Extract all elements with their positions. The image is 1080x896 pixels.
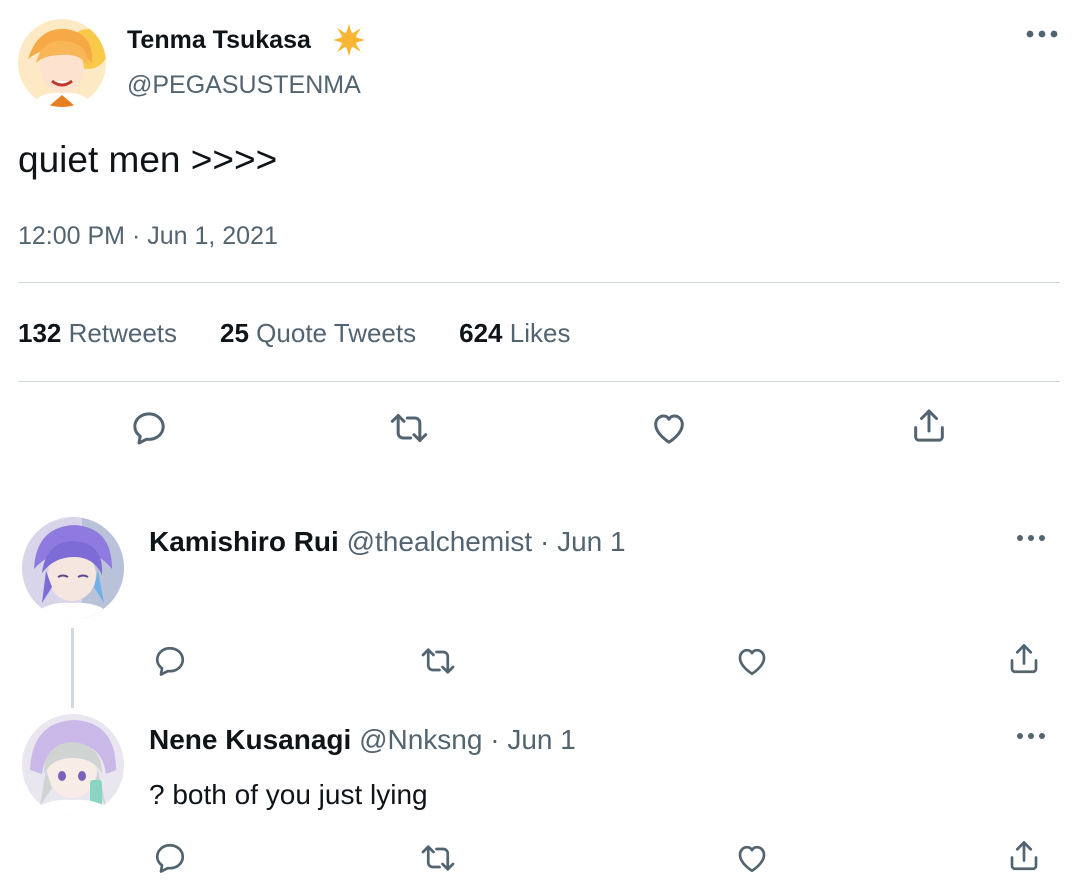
reply-author-handle[interactable]: @Nnksng <box>359 724 482 755</box>
more-options-icon[interactable] <box>1024 22 1060 46</box>
retweets-count: 132 <box>18 318 62 348</box>
reply-author-name[interactable]: Kamishiro Rui <box>149 526 339 557</box>
reply-text: ? both of you just lying <box>149 779 428 810</box>
quotes-stat[interactable]: 25 Quote Tweets <box>220 318 416 352</box>
retweets-label: Retweets <box>68 318 178 348</box>
reply-icon[interactable] <box>152 840 188 876</box>
reply-header: Nene Kusanagi @Nnksng · Jun 1 <box>149 724 576 756</box>
more-options-icon[interactable] <box>1014 726 1048 746</box>
like-icon[interactable] <box>734 643 770 679</box>
author-avatar[interactable] <box>18 19 106 107</box>
tweet-timestamp[interactable]: 12:00 PM · Jun 1, 2021 <box>18 222 278 251</box>
quotes-label: Quote Tweets <box>256 318 417 348</box>
reply-date[interactable]: · Jun 1 <box>540 526 626 557</box>
reply-icon[interactable] <box>152 643 188 679</box>
author-handle[interactable]: @PEGASUSTENMA <box>127 71 361 100</box>
reply-author-handle[interactable]: @thealchemist <box>347 526 533 557</box>
more-options-icon[interactable] <box>1014 528 1048 548</box>
divider <box>18 381 1060 382</box>
tweet-stats: 132 Retweets 25 Quote Tweets 624 Likes <box>18 318 570 352</box>
author-name[interactable]: Tenma Tsukasa <box>127 26 311 55</box>
share-icon[interactable] <box>1006 838 1042 874</box>
reply-icon[interactable] <box>129 408 169 448</box>
thread-line <box>71 628 74 708</box>
sun-badge-icon <box>331 22 367 58</box>
retweet-icon[interactable] <box>420 643 456 679</box>
like-icon[interactable] <box>649 408 689 448</box>
like-icon[interactable] <box>734 840 770 876</box>
likes-label: Likes <box>509 318 571 348</box>
reply-date[interactable]: · Jun 1 <box>490 724 576 755</box>
retweets-stat[interactable]: 132 Retweets <box>18 318 177 352</box>
divider <box>18 282 1060 283</box>
reply-author-name[interactable]: Nene Kusanagi <box>149 724 351 755</box>
quotes-count: 25 <box>220 318 249 348</box>
share-icon[interactable] <box>909 406 949 446</box>
retweet-icon[interactable] <box>389 408 429 448</box>
tweet-text: quiet men >>>> <box>18 139 278 180</box>
reply-avatar[interactable] <box>22 714 124 816</box>
likes-stat[interactable]: 624 Likes <box>459 318 570 352</box>
reply-avatar[interactable] <box>22 517 124 619</box>
reply-header: Kamishiro Rui @thealchemist · Jun 1 <box>149 526 626 558</box>
retweet-icon[interactable] <box>420 840 456 876</box>
share-icon[interactable] <box>1006 641 1042 677</box>
likes-count: 624 <box>459 318 503 348</box>
